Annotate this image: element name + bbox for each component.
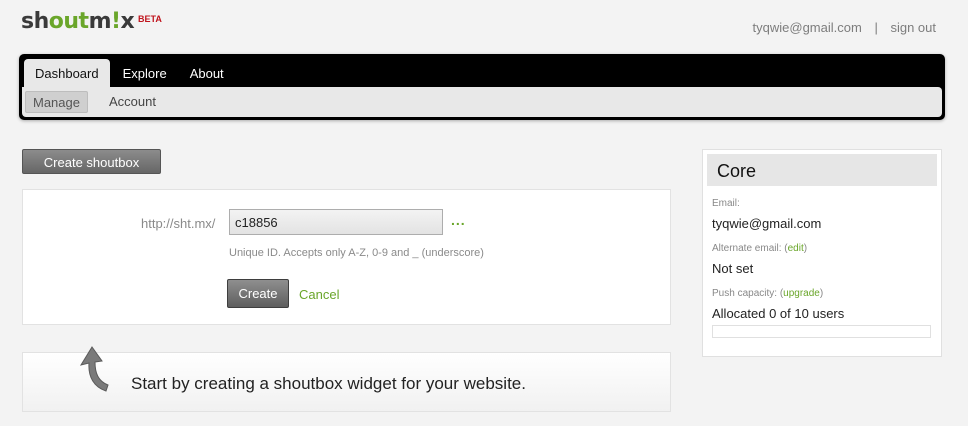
- upgrade-link[interactable]: upgrade: [783, 288, 820, 299]
- shoutbox-id-input[interactable]: [229, 209, 443, 235]
- edit-alt-email-link[interactable]: edit: [788, 243, 804, 254]
- subtab-manage[interactable]: Manage: [25, 91, 88, 113]
- info-banner: Start by creating a shoutbox widget for …: [22, 346, 671, 412]
- email-value: tyqwie@gmail.com: [712, 216, 822, 231]
- create-form-panel: http://sht.mx/ ... Unique ID. Accepts on…: [22, 189, 671, 325]
- logo[interactable]: shoutm!x BETA: [21, 9, 162, 37]
- separator: |: [874, 20, 878, 35]
- beta-badge: BETA: [138, 14, 162, 24]
- email-label: Email:: [712, 198, 740, 209]
- push-capacity-bar: [712, 325, 931, 338]
- sidebar-title: Core: [707, 154, 937, 186]
- push-capacity-label: Push capacity: (upgrade): [712, 288, 824, 299]
- create-shoutbox-button[interactable]: Create shoutbox: [22, 149, 161, 174]
- signout-link[interactable]: sign out: [890, 20, 936, 35]
- logo-wordmark: shoutm!x: [21, 9, 135, 34]
- tab-explore[interactable]: Explore: [113, 59, 177, 87]
- user-bar: tyqwie@gmail.com | sign out: [753, 20, 936, 35]
- create-button[interactable]: Create: [227, 279, 289, 308]
- push-capacity-value: Allocated 0 of 10 users: [712, 306, 845, 321]
- url-prefix: http://sht.mx/: [141, 216, 216, 231]
- curved-up-arrow-icon: [76, 345, 112, 400]
- info-text: Start by creating a shoutbox widget for …: [131, 374, 526, 393]
- more-options-link[interactable]: ...: [451, 212, 466, 228]
- tab-about[interactable]: About: [180, 59, 234, 87]
- user-email-link[interactable]: tyqwie@gmail.com: [753, 20, 862, 35]
- core-sidebar: Core Email: tyqwie@gmail.com Alternate e…: [702, 149, 942, 357]
- nav-tabs: Dashboard Explore About: [24, 59, 237, 87]
- alt-email-label: Alternate email: (edit): [712, 243, 808, 254]
- tab-dashboard[interactable]: Dashboard: [24, 59, 110, 87]
- id-hint: Unique ID. Accepts only A-Z, 0-9 and _ (…: [229, 247, 484, 259]
- alt-email-value: Not set: [712, 261, 754, 276]
- subtab-account[interactable]: Account: [102, 91, 163, 113]
- main-nav: Dashboard Explore About Manage Account: [19, 54, 945, 120]
- sub-nav: Manage Account: [22, 87, 942, 117]
- cancel-link[interactable]: Cancel: [299, 287, 339, 302]
